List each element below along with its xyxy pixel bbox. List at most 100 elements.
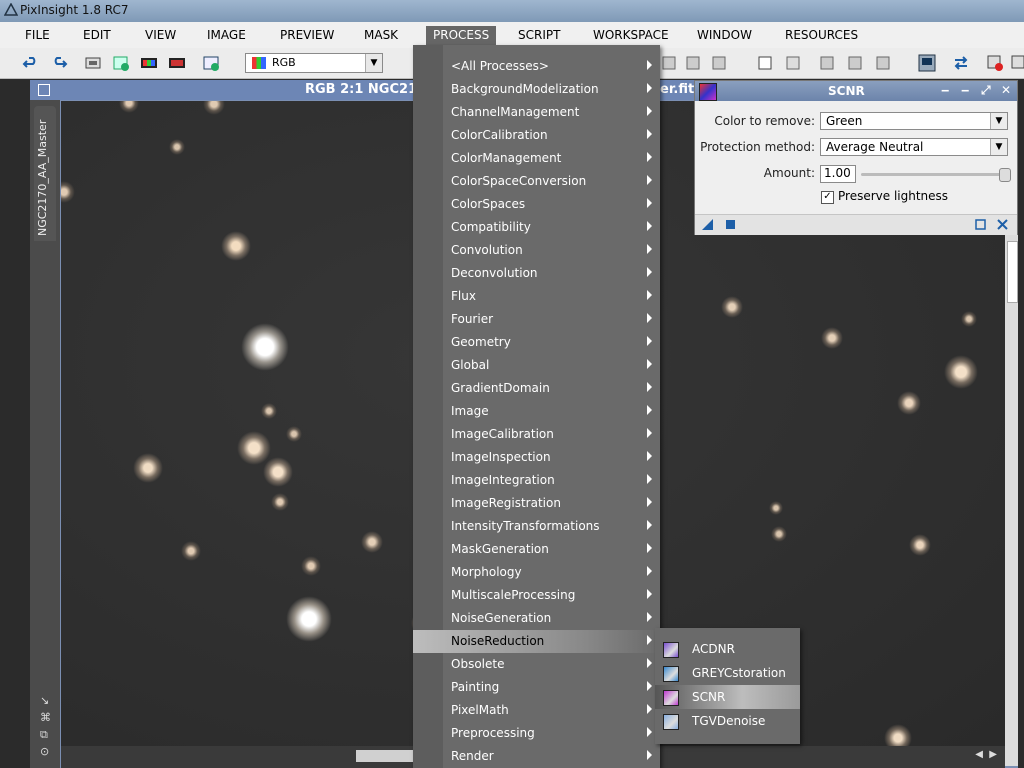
menu-resources[interactable]: RESOURCES: [778, 26, 865, 45]
menu-item-painting[interactable]: Painting: [413, 676, 660, 699]
menu-item-global[interactable]: Global: [413, 354, 660, 377]
redo-icon[interactable]: [50, 54, 68, 72]
toolbar-tool-4-icon[interactable]: [756, 54, 774, 72]
menu-item-label: ColorSpaceConversion: [451, 174, 587, 188]
preserve-lightness-checkbox[interactable]: ✓: [821, 191, 834, 204]
toolbar-tool-8-icon[interactable]: [874, 54, 892, 72]
amount-input[interactable]: 1.00: [820, 165, 856, 183]
color-to-remove-select[interactable]: Green ▼: [820, 112, 1008, 130]
menu-item-noisereduction[interactable]: NoiseReduction: [413, 630, 660, 653]
menu-image[interactable]: IMAGE: [200, 26, 253, 45]
documentation-icon[interactable]: [974, 218, 987, 231]
vertical-scroll-thumb[interactable]: [1007, 241, 1018, 303]
close-icon[interactable]: ✕: [1001, 83, 1011, 97]
menu-process[interactable]: PROCESS: [426, 26, 497, 45]
menu-item-channelmanagement[interactable]: ChannelManagement: [413, 101, 660, 124]
menu-item-noisegeneration[interactable]: NoiseGeneration: [413, 607, 660, 630]
view-identifier-tab[interactable]: NGC2170_AA_Master: [34, 106, 56, 241]
new-image-icon[interactable]: [112, 54, 130, 72]
menu-item-colorspaces[interactable]: ColorSpaces: [413, 193, 660, 216]
scnr-title-bar[interactable]: SCNR ‒ ‒ ⤢ ✕: [695, 81, 1017, 101]
scnr-footer: [695, 214, 1017, 235]
amount-slider[interactable]: [861, 168, 1011, 182]
chevron-right-icon: [647, 681, 652, 691]
submenu-item-acdnr[interactable]: ACDNR: [655, 637, 800, 661]
apply-icon[interactable]: [724, 218, 737, 231]
menu-view[interactable]: VIEW: [138, 26, 183, 45]
rgb-channels-icon[interactable]: [140, 54, 158, 72]
menu-item-gradientdomain[interactable]: GradientDomain: [413, 377, 660, 400]
menu-item-morphology[interactable]: Morphology: [413, 561, 660, 584]
submenu-item-tgvdenoise[interactable]: TGVDenoise: [655, 709, 800, 733]
star: [263, 457, 293, 487]
menu-item-render[interactable]: Render: [413, 745, 660, 768]
close-all-icon[interactable]: [986, 54, 1004, 72]
chevron-right-icon: [647, 83, 652, 93]
window-menu-icon[interactable]: [38, 84, 50, 96]
channel-view-icon[interactable]: [168, 54, 186, 72]
menu-script[interactable]: SCRIPT: [511, 26, 567, 45]
minimize-icon[interactable]: ‒: [941, 83, 949, 97]
menu-edit[interactable]: EDIT: [76, 26, 118, 45]
new-preview-icon[interactable]: [202, 54, 220, 72]
scnr-title: SCNR: [828, 84, 865, 98]
image-properties-icon[interactable]: [84, 54, 102, 72]
chevron-right-icon: [647, 474, 652, 484]
menu-item-colorcalibration[interactable]: ColorCalibration: [413, 124, 660, 147]
menu-item-imageintegration[interactable]: ImageIntegration: [413, 469, 660, 492]
preserve-lightness-label[interactable]: Preserve lightness: [838, 189, 948, 203]
menu-item-deconvolution[interactable]: Deconvolution: [413, 262, 660, 285]
menu-item-backgroundmodelization[interactable]: BackgroundModelization: [413, 78, 660, 101]
menu-item-imagecalibration[interactable]: ImageCalibration: [413, 423, 660, 446]
menu-item-flux[interactable]: Flux: [413, 285, 660, 308]
amount-slider-handle[interactable]: [999, 168, 1011, 182]
toolbar-tool-6-icon[interactable]: [818, 54, 836, 72]
monitor-icon[interactable]: [918, 54, 936, 72]
shade-icon[interactable]: ‒: [961, 83, 969, 97]
toolbar-tool-1-icon[interactable]: [660, 54, 678, 72]
menu-item-obsolete[interactable]: Obsolete: [413, 653, 660, 676]
float-icon[interactable]: ⤢: [981, 83, 991, 98]
toolbar-tool-7-icon[interactable]: [846, 54, 864, 72]
close-icon[interactable]: [1010, 54, 1024, 72]
submenu-item-scnr[interactable]: SCNR: [655, 685, 800, 709]
reset-icon[interactable]: [996, 218, 1009, 231]
copy-icon[interactable]: ⧉: [40, 726, 51, 743]
menu-item-colorspaceconversion[interactable]: ColorSpaceConversion: [413, 170, 660, 193]
menu-item-imageinspection[interactable]: ImageInspection: [413, 446, 660, 469]
menu-item-pixelmath[interactable]: PixelMath: [413, 699, 660, 722]
menu-workspace[interactable]: WORKSPACE: [586, 26, 676, 45]
menu-item-multiscaleprocessing[interactable]: MultiscaleProcessing: [413, 584, 660, 607]
menu-item-maskgeneration[interactable]: MaskGeneration: [413, 538, 660, 561]
menu-item-compatibility[interactable]: Compatibility: [413, 216, 660, 239]
menu-preview[interactable]: PREVIEW: [273, 26, 341, 45]
greycstoration-icon: [663, 666, 679, 682]
protection-method-select[interactable]: Average Neutral ▼: [820, 138, 1008, 156]
horizontal-scroll-thumb[interactable]: [356, 750, 416, 762]
menu-mask[interactable]: MASK: [357, 26, 405, 45]
menu-item-all processes[interactable]: <All Processes>: [413, 55, 660, 78]
menu-item-fourier[interactable]: Fourier: [413, 308, 660, 331]
swap-icon[interactable]: [952, 54, 970, 72]
fit-icon[interactable]: ⌘: [40, 709, 51, 726]
menu-item-intensitytransformations[interactable]: IntensityTransformations: [413, 515, 660, 538]
scroll-arrows-icon[interactable]: ◀ ▶: [975, 749, 997, 760]
target-icon[interactable]: ⊙: [40, 743, 51, 760]
channel-select[interactable]: RGB ▼: [245, 53, 383, 73]
menu-item-geometry[interactable]: Geometry: [413, 331, 660, 354]
menu-item-imageregistration[interactable]: ImageRegistration: [413, 492, 660, 515]
menu-item-colormanagement[interactable]: ColorManagement: [413, 147, 660, 170]
menu-item-image[interactable]: Image: [413, 400, 660, 423]
toolbar-tool-2-icon[interactable]: [684, 54, 702, 72]
toolbar-tool-5-icon[interactable]: [784, 54, 802, 72]
toolbar-tool-3-icon[interactable]: [710, 54, 728, 72]
zoom-in-icon[interactable]: ↘: [40, 692, 51, 709]
menu-file[interactable]: FILE: [18, 26, 57, 45]
menu-item-convolution[interactable]: Convolution: [413, 239, 660, 262]
menu-item-preprocessing[interactable]: Preprocessing: [413, 722, 660, 745]
submenu-item-label: ACDNR: [692, 642, 735, 656]
menu-window[interactable]: WINDOW: [690, 26, 759, 45]
new-instance-icon[interactable]: [701, 218, 714, 231]
undo-icon[interactable]: [22, 54, 40, 72]
submenu-item-greycstoration[interactable]: GREYCstoration: [655, 661, 800, 685]
